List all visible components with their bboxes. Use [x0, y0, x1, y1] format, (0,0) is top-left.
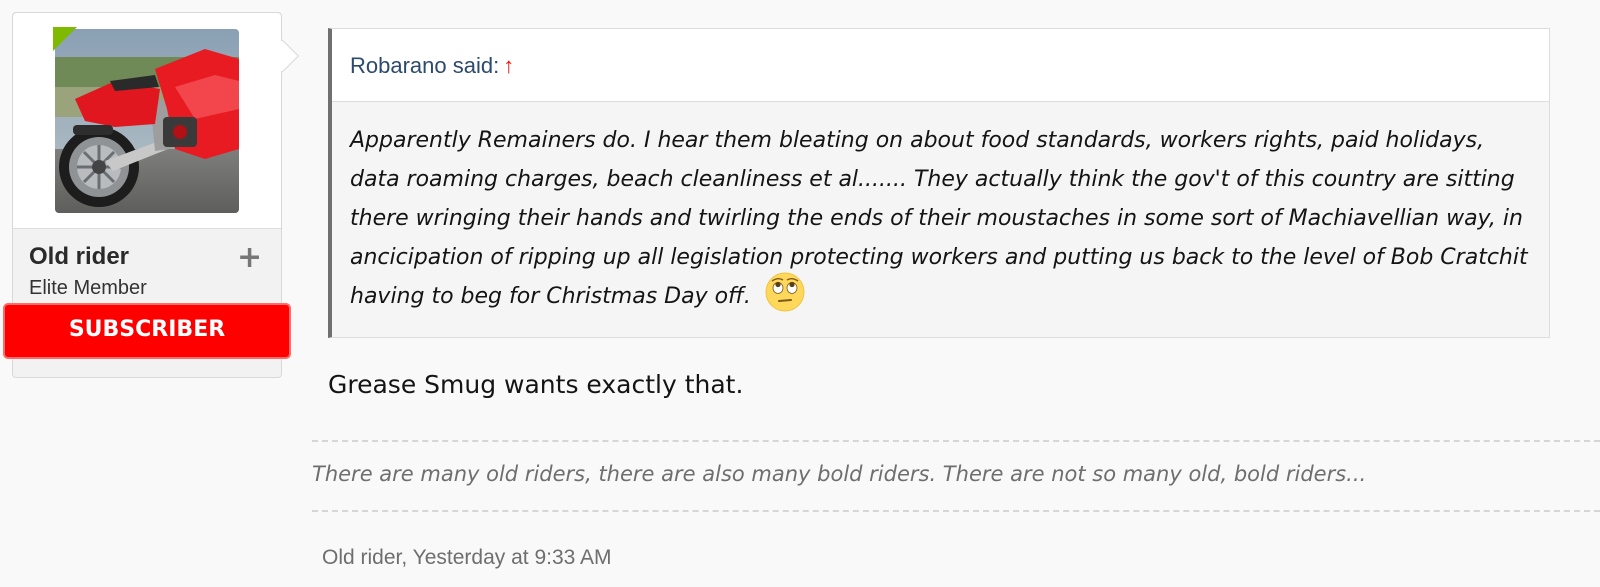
online-status-badge: [53, 27, 77, 51]
user-title: Elite Member: [29, 277, 147, 299]
red-motorcycle-avatar-icon: [55, 29, 239, 213]
post-message: Grease Smug wants exactly that.: [328, 370, 744, 399]
quote-body: Apparently Remainers do. I hear them ble…: [350, 121, 1530, 316]
user-card: Old rider + Elite Member SUBSCRIBER: [3, 12, 291, 378]
signature-divider-bottom: [312, 510, 1600, 512]
quote-author[interactable]: Robarano said: ↑: [350, 53, 514, 79]
quote-header: Robarano said: ↑: [332, 29, 1549, 102]
avatar[interactable]: [55, 29, 239, 213]
subscriber-banner: SUBSCRIBER: [3, 303, 291, 359]
quote-author-label: Robarano said:: [350, 53, 500, 78]
avatar-container: [13, 13, 281, 229]
signature-divider-top: [312, 440, 1600, 442]
username[interactable]: Old rider: [29, 243, 129, 271]
plus-icon[interactable]: +: [237, 243, 262, 273]
signature: There are many old riders, there are als…: [312, 462, 1367, 486]
jump-to-quote-icon[interactable]: ↑: [503, 53, 514, 78]
quote-text: Apparently Remainers do. I hear them ble…: [350, 128, 1528, 309]
card-pointer-arrow: [281, 39, 299, 73]
quote-block: Robarano said: ↑ Apparently Remainers do.…: [328, 28, 1550, 338]
post-meta[interactable]: Old rider, Yesterday at 9:33 AM: [322, 546, 612, 570]
eye-roll-emoji-icon: [765, 272, 805, 312]
